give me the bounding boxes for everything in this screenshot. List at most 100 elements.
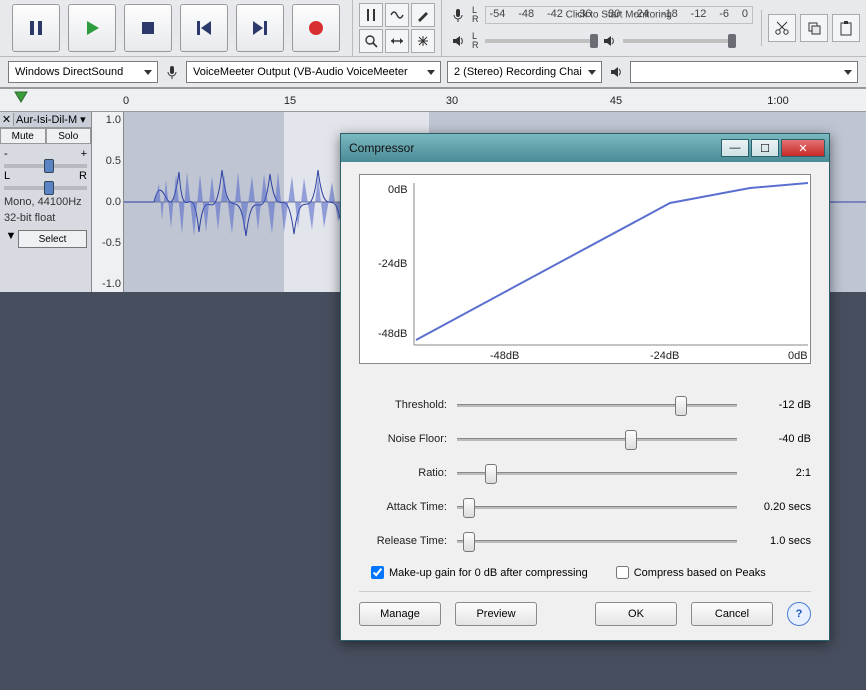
zoom-tool-icon[interactable] [359, 29, 383, 53]
gain-slider[interactable] [4, 164, 87, 168]
track-control-panel: ✕ Aur-Isi-Dil-M ▾ Mute Solo - + L R Mono, … [0, 112, 92, 292]
param-slider[interactable] [457, 464, 737, 482]
mic-icon [450, 7, 466, 23]
amplitude-scale: 1.00.50.0-0.5-1.0 [92, 112, 124, 292]
timeshift-tool-icon[interactable] [385, 29, 409, 53]
minimize-button[interactable]: — [721, 139, 749, 157]
dialog-titlebar[interactable]: Compressor — ☐ ✕ [341, 134, 829, 162]
speaker-icon-2 [601, 33, 617, 49]
param-slider[interactable] [457, 396, 737, 414]
param-label: Threshold: [359, 399, 447, 411]
envelope-tool-icon[interactable] [385, 3, 409, 27]
param-value: 2:1 [747, 467, 811, 479]
record-volume-slider[interactable] [623, 32, 733, 50]
param-row-4: Release Time: 1.0 secs [359, 524, 811, 558]
cut-icon[interactable] [768, 14, 796, 42]
playback-volume-slider[interactable] [485, 32, 595, 50]
meter-channels: LR [472, 6, 479, 24]
collapse-icon[interactable]: ▼ [4, 230, 18, 248]
output-device-combo[interactable] [630, 61, 858, 83]
skip-end-button[interactable] [236, 4, 284, 52]
gain-plus: + [81, 148, 87, 160]
ruler-tick: 45 [610, 95, 622, 107]
param-row-0: Threshold: -12 dB [359, 388, 811, 422]
transport-controls [0, 0, 352, 56]
svg-text:0dB: 0dB [788, 350, 808, 362]
makeup-gain-checkbox[interactable]: Make-up gain for 0 dB after compressing [371, 566, 588, 579]
param-slider[interactable] [457, 430, 737, 448]
pan-r: R [79, 170, 87, 182]
maximize-button[interactable]: ☐ [751, 139, 779, 157]
mute-button[interactable]: Mute [0, 128, 46, 144]
input-device-combo[interactable]: VoiceMeeter Output (VB-Audio VoiceMeeter [186, 61, 441, 83]
ruler-tick: 0 [123, 95, 129, 107]
param-value: -12 dB [747, 399, 811, 411]
param-label: Attack Time: [359, 501, 447, 513]
select-track-button[interactable]: Select [18, 230, 87, 248]
timeline-ruler[interactable]: 01530451:00 [0, 88, 866, 112]
speaker-icon-3 [608, 64, 624, 80]
compressor-dialog: Compressor — ☐ ✕ 0dB -24dB -48dB -48dB -… [340, 133, 830, 641]
meter-channels-out: LR [472, 32, 479, 50]
help-button[interactable]: ? [787, 602, 811, 626]
svg-text:-48dB: -48dB [378, 328, 407, 340]
gain-minus: - [4, 148, 8, 160]
track-format-2: 32-bit float [0, 210, 91, 226]
param-value: -40 dB [747, 433, 811, 445]
svg-text:-48dB: -48dB [490, 350, 519, 362]
param-slider[interactable] [457, 532, 737, 550]
audio-host-combo[interactable]: Windows DirectSound [8, 61, 158, 83]
param-label: Ratio: [359, 467, 447, 479]
makeup-gain-label: Make-up gain for 0 dB after compressing [389, 567, 588, 579]
preview-button[interactable]: Preview [455, 602, 537, 626]
multi-tool-icon[interactable] [411, 29, 435, 53]
play-button[interactable] [68, 4, 116, 52]
toolbar-area: LR -54-48-42-36-30-24-18-12-60 Click to … [0, 0, 866, 88]
svg-text:0dB: 0dB [388, 184, 408, 196]
skip-start-button[interactable] [180, 4, 228, 52]
param-label: Release Time: [359, 535, 447, 547]
peaks-checkbox[interactable]: Compress based on Peaks [616, 566, 766, 579]
param-label: Noise Floor: [359, 433, 447, 445]
record-button[interactable] [292, 4, 340, 52]
meter-area: LR -54-48-42-36-30-24-18-12-60 Click to … [441, 0, 761, 57]
checkbox-row: Make-up gain for 0 dB after compressing … [359, 558, 811, 589]
svg-text:-24dB: -24dB [378, 258, 407, 270]
param-row-1: Noise Floor: -40 dB [359, 422, 811, 456]
play-cursor-icon[interactable] [14, 91, 28, 108]
pan-slider[interactable] [4, 186, 87, 190]
stop-button[interactable] [124, 4, 172, 52]
param-value: 1.0 secs [747, 535, 811, 547]
svg-text:-24dB: -24dB [650, 350, 679, 362]
compressor-curve-chart: 0dB -24dB -48dB -48dB -24dB 0dB [359, 174, 811, 364]
selection-tool-icon[interactable] [359, 3, 383, 27]
copy-icon[interactable] [800, 14, 828, 42]
paste-icon[interactable] [832, 14, 860, 42]
close-button[interactable]: ✕ [781, 139, 825, 157]
solo-button[interactable]: Solo [46, 128, 92, 144]
tool-palette [352, 0, 441, 57]
channels-combo[interactable]: 2 (Stereo) Recording Chai [447, 61, 602, 83]
audio-host-value: Windows DirectSound [15, 66, 123, 78]
draw-tool-icon[interactable] [411, 3, 435, 27]
device-toolbar: Windows DirectSound VoiceMeeter Output (… [0, 56, 866, 87]
pan-l: L [4, 170, 10, 182]
pause-button[interactable] [12, 4, 60, 52]
dialog-title: Compressor [349, 141, 719, 155]
track-format-1: Mono, 44100Hz [0, 194, 91, 210]
ruler-tick: 30 [446, 95, 458, 107]
speaker-icon [450, 33, 466, 49]
ok-button[interactable]: OK [595, 602, 677, 626]
cancel-button[interactable]: Cancel [691, 602, 773, 626]
track-name-dropdown[interactable]: Aur-Isi-Dil-M ▾ [14, 112, 91, 127]
peaks-label: Compress based on Peaks [634, 567, 766, 579]
track-close-button[interactable]: ✕ [0, 113, 14, 126]
manage-button[interactable]: Manage [359, 602, 441, 626]
channels-value: 2 (Stereo) Recording Chai [454, 66, 582, 78]
ruler-tick: 15 [284, 95, 296, 107]
meter-placeholder: Click to Start Monitoring [566, 10, 672, 21]
mic-icon-2 [164, 64, 180, 80]
param-slider[interactable] [457, 498, 737, 516]
param-row-2: Ratio: 2:1 [359, 456, 811, 490]
record-meter[interactable]: -54-48-42-36-30-24-18-12-60 Click to Sta… [485, 6, 754, 24]
